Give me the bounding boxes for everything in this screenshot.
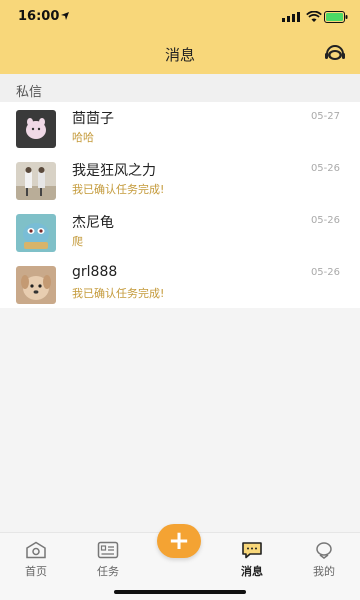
avatar [16, 110, 56, 148]
section-label: 私信 [16, 85, 43, 100]
tab-profile-label: 我的 [313, 565, 335, 578]
message-date: 05-27 [310, 111, 340, 122]
message-date: 05-26 [310, 163, 340, 174]
tab-profile[interactable]: 我的 [298, 541, 350, 581]
header: 16:00 消息 [0, 0, 360, 74]
message-icon [242, 542, 262, 559]
signal-icon [282, 12, 300, 22]
avatar [16, 162, 56, 200]
list-item[interactable]: grl888 我已确认任务完成! 05-26 [0, 258, 360, 310]
tab-home-label: 首页 [25, 565, 47, 578]
tab-tasks[interactable]: 任务 [82, 541, 134, 581]
message-preview: 哈哈 [72, 131, 94, 144]
list-item[interactable]: 我是狂风之力 我已确认任务完成! 05-26 [0, 154, 360, 206]
contact-name: 我是狂风之力 [72, 163, 156, 179]
status-bar: 16:00 [0, 0, 360, 34]
wifi-icon [306, 11, 322, 22]
message-preview: 我已确认任务完成! [72, 287, 165, 300]
location-arrow-icon [61, 12, 69, 20]
screen: 16:00 消息 私信 茴茴子 哈哈 05-27 我是狂风之力 我已确认任务完成… [0, 0, 360, 600]
tab-home[interactable]: 首页 [10, 541, 62, 581]
home-indicator [114, 590, 246, 594]
page-title: 消息 [164, 46, 195, 64]
list-item[interactable]: 茴茴子 哈哈 05-27 [0, 102, 360, 154]
avatar [16, 266, 56, 304]
list-item[interactable]: 杰尼龟 爬 05-26 [0, 206, 360, 258]
add-button[interactable]: + [157, 524, 201, 558]
battery-icon [324, 11, 348, 23]
message-preview: 我已确认任务完成! [72, 183, 165, 196]
message-date: 05-26 [310, 215, 340, 226]
task-card-icon [97, 541, 119, 559]
message-list: 茴茴子 哈哈 05-27 我是狂风之力 我已确认任务完成! 05-26 杰尼龟 … [0, 102, 360, 308]
profile-icon [316, 542, 332, 559]
contact-name: 杰尼龟 [72, 215, 114, 231]
status-time: 16:00 [18, 9, 60, 24]
headset-icon[interactable] [324, 44, 346, 62]
plus-icon: + [168, 526, 190, 556]
tab-messages[interactable]: 消息 [226, 541, 278, 581]
tab-messages-label: 消息 [241, 565, 263, 578]
contact-name: 茴茴子 [72, 111, 114, 127]
message-preview: 爬 [72, 235, 83, 248]
tab-tasks-label: 任务 [97, 565, 119, 578]
message-date: 05-26 [310, 267, 340, 278]
home-icon [26, 541, 46, 559]
avatar [16, 214, 56, 252]
section-header: 私信 [0, 74, 360, 102]
contact-name: grl888 [72, 264, 118, 280]
